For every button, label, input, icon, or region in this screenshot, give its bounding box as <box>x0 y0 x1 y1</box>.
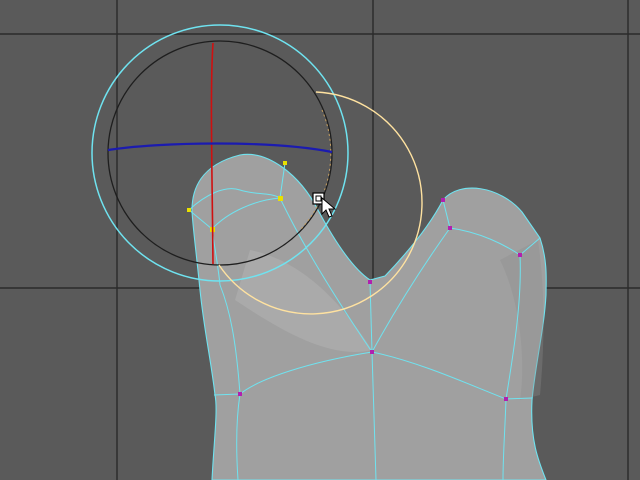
mesh-vertex[interactable] <box>370 350 374 354</box>
mesh-vertex[interactable] <box>448 226 452 230</box>
mesh-vertex[interactable] <box>441 198 445 202</box>
3d-viewport[interactable] <box>0 0 640 480</box>
mesh-vertex-selected[interactable] <box>278 196 283 201</box>
viewport-scene[interactable] <box>0 0 640 480</box>
mesh-vertex[interactable] <box>368 280 372 284</box>
mesh-vertex[interactable] <box>518 253 522 257</box>
tooth-mesh[interactable] <box>187 153 547 480</box>
mesh-vertex[interactable] <box>238 392 242 396</box>
mesh-vertex-selected[interactable] <box>283 161 287 165</box>
mesh-body[interactable] <box>191 153 547 480</box>
z-axis-ring[interactable] <box>107 142 333 154</box>
mesh-vertex[interactable] <box>504 397 508 401</box>
mesh-vertex-selected[interactable] <box>187 208 191 212</box>
